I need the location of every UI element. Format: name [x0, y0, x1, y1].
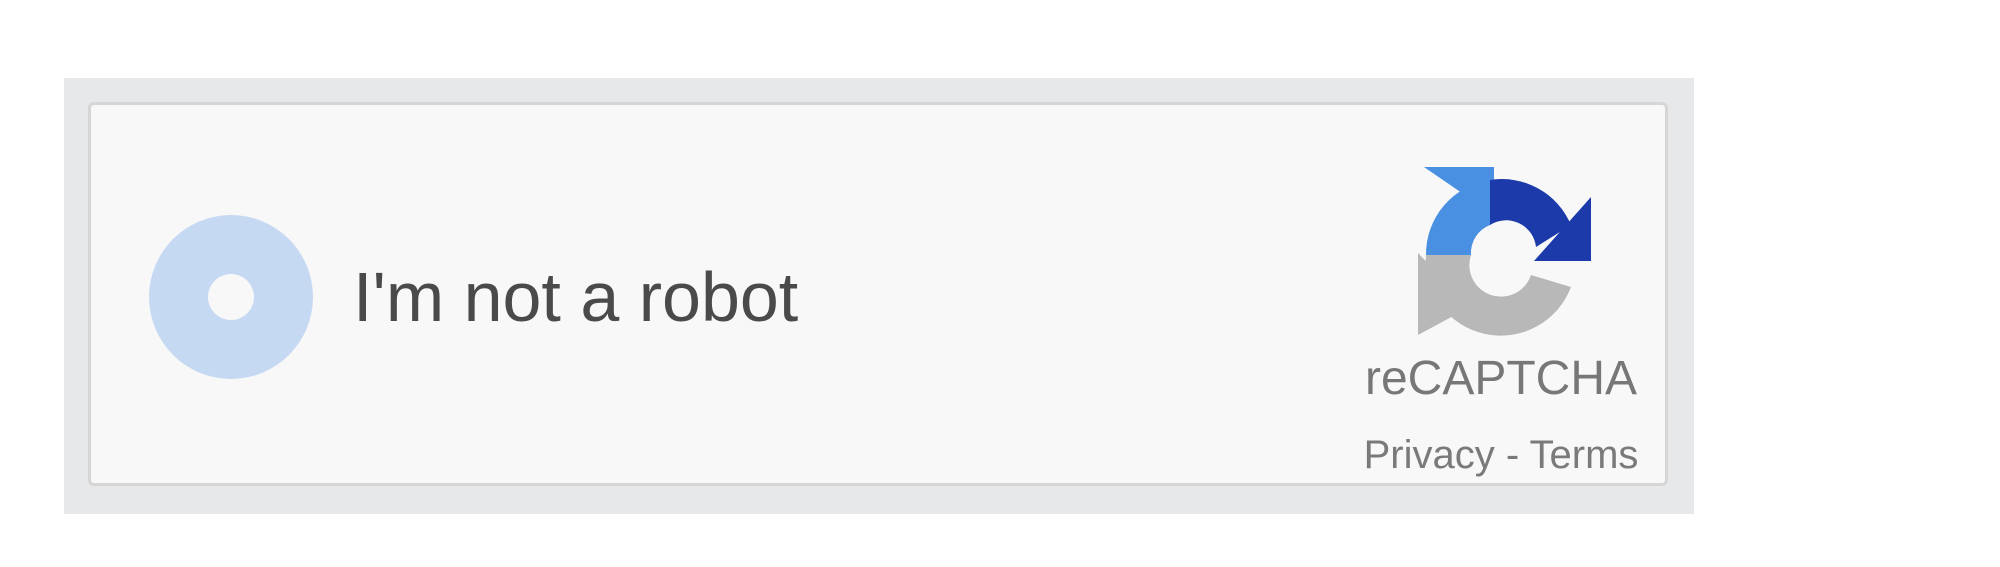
checkbox-label: I'm not a robot: [353, 258, 799, 336]
recaptcha-widget: I'm not a robot reCAPTCHA Privacy - Term…: [88, 102, 1668, 486]
spinner-center: [208, 274, 254, 320]
terms-link[interactable]: Terms: [1530, 433, 1639, 477]
footer-links: Privacy - Terms: [1311, 433, 1691, 477]
privacy-link[interactable]: Privacy: [1364, 433, 1495, 477]
recaptcha-brand: reCAPTCHA: [1364, 352, 1638, 405]
recaptcha-frame: I'm not a robot reCAPTCHA Privacy - Term…: [64, 78, 1694, 514]
recaptcha-checkbox[interactable]: [149, 215, 313, 379]
recaptcha-logo-icon: [1418, 167, 1591, 336]
link-separator: -: [1494, 433, 1530, 477]
